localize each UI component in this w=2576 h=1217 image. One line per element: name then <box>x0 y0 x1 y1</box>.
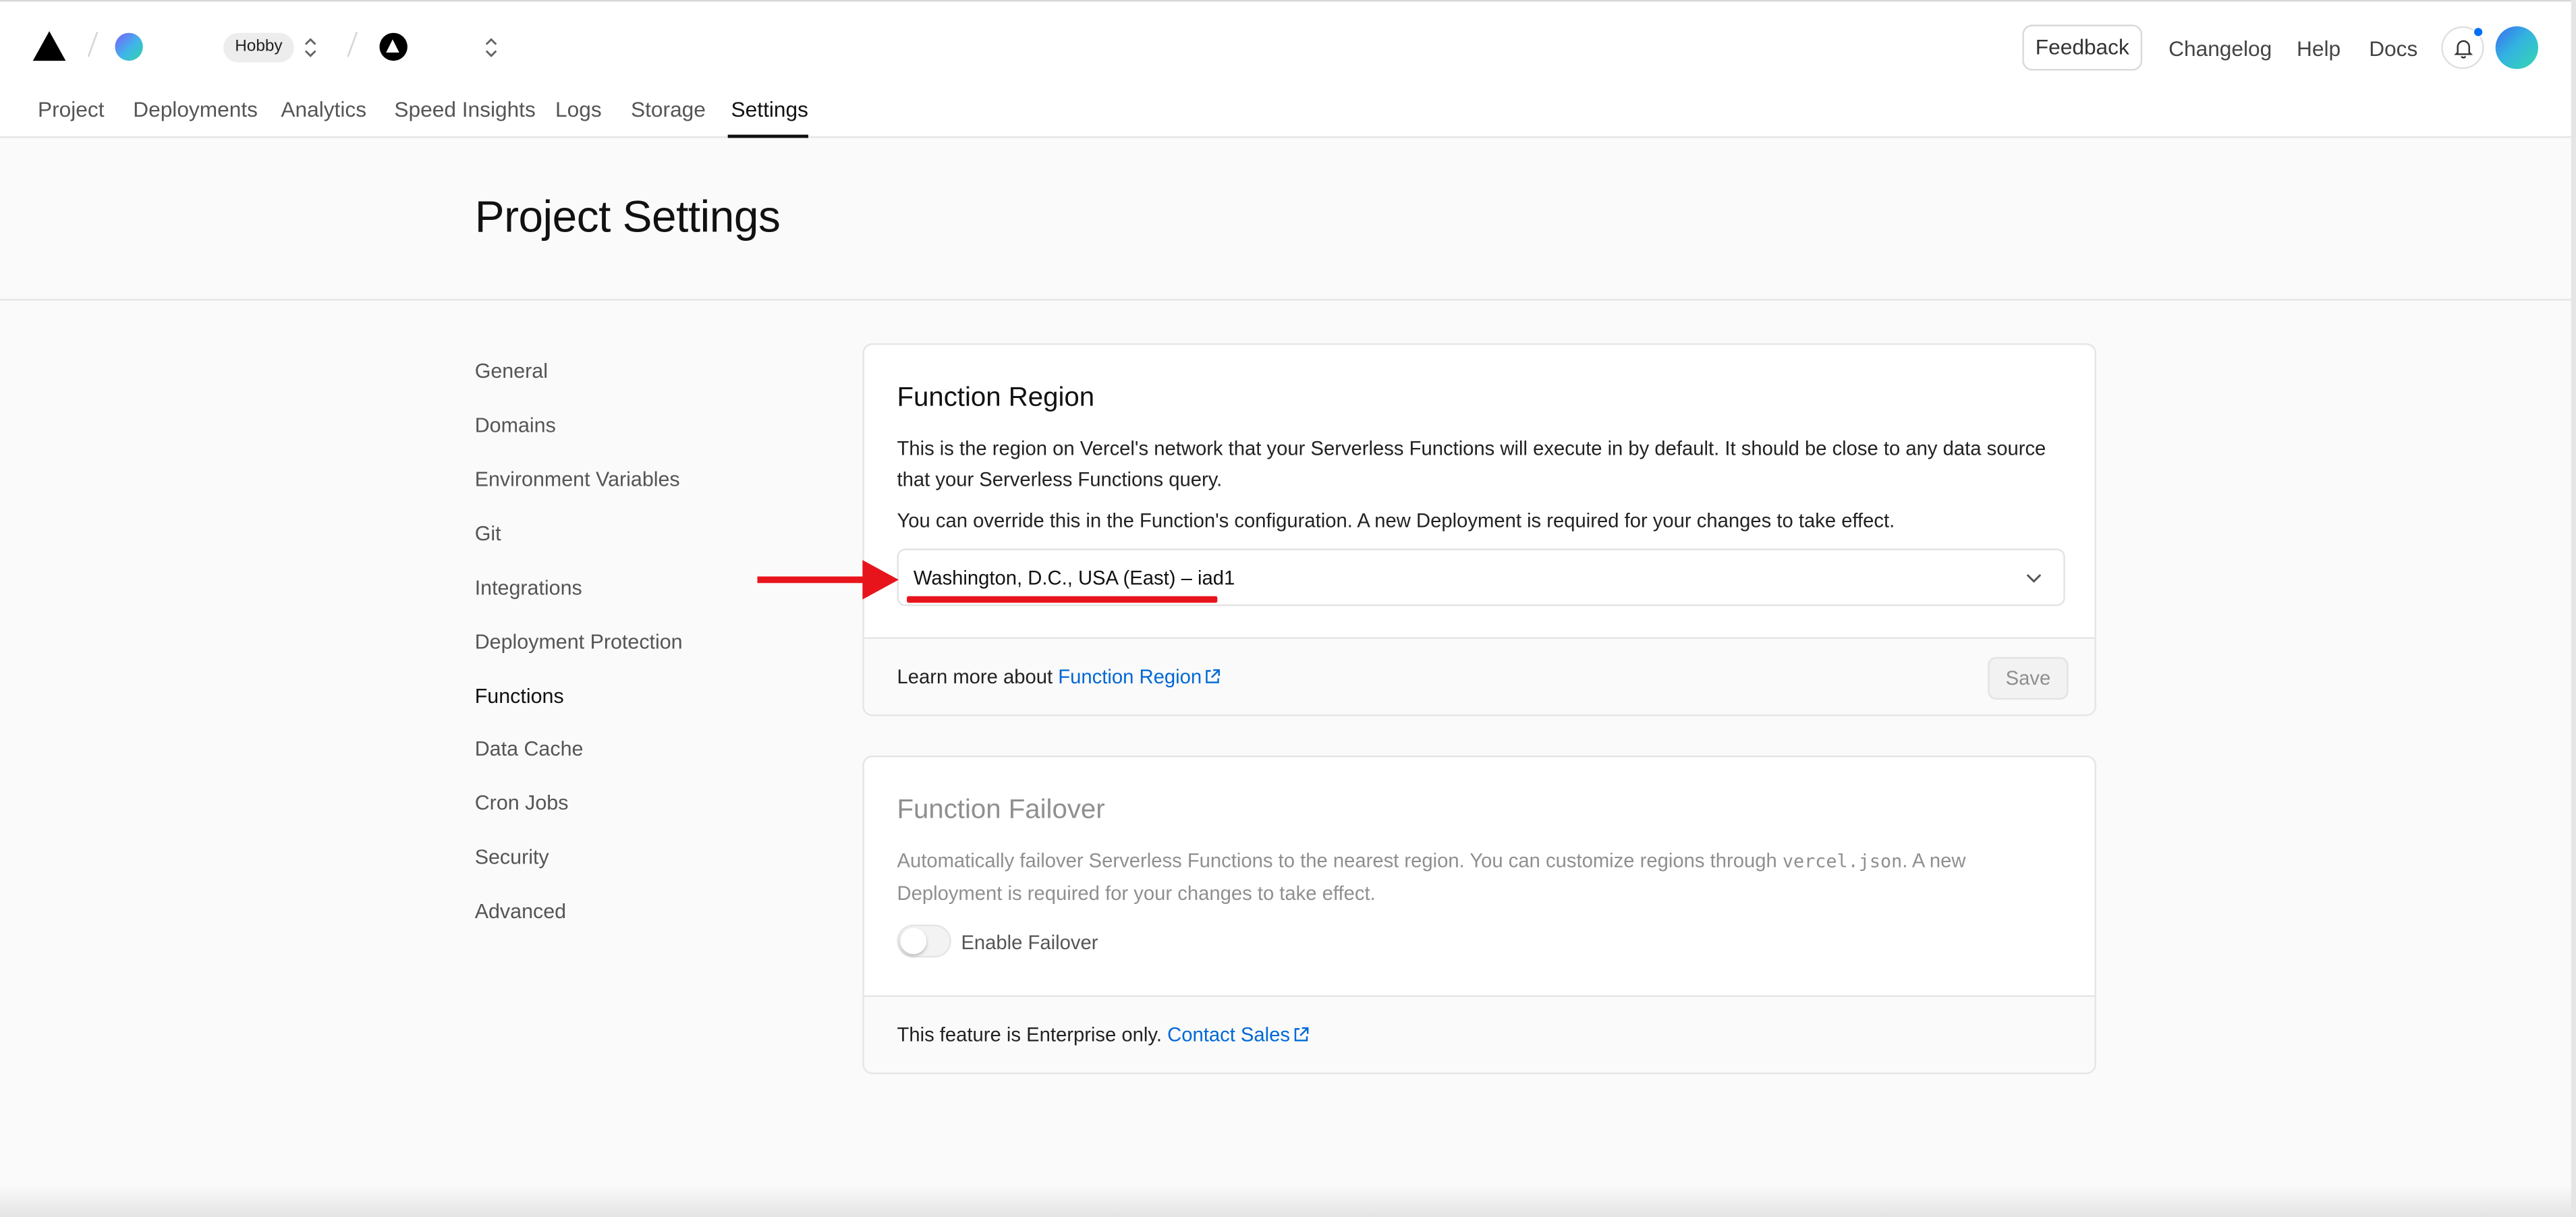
function-failover-card: Function Failover Automatically failover… <box>862 755 2096 1075</box>
sidebar-item-general[interactable]: General <box>475 360 548 383</box>
enterprise-prefix: This feature is Enterprise only. <box>897 1023 1162 1046</box>
function-region-card: Function Region This is the region on Ve… <box>862 343 2096 716</box>
sidebar-item-advanced[interactable]: Advanced <box>475 900 566 923</box>
help-link[interactable]: Help <box>2297 36 2341 61</box>
function-region-docs-link[interactable]: Function Region <box>1058 665 1221 688</box>
sidebar-item-domains[interactable]: Domains <box>475 414 556 437</box>
region-select-value: Washington, D.C., USA (East) – iad1 <box>913 566 1235 590</box>
function-failover-footer: This feature is Enterprise only. Contact… <box>864 995 2095 1073</box>
vercel-logo-icon[interactable] <box>32 31 66 61</box>
team-switcher-chevron-icon[interactable] <box>302 34 318 61</box>
project-switcher-chevron-icon[interactable] <box>483 34 499 61</box>
contact-sales-link[interactable]: Contact Sales <box>1167 1023 1310 1046</box>
window-edge <box>2571 0 2576 1217</box>
changelog-link[interactable]: Changelog <box>2168 36 2272 61</box>
page-title: Project Settings <box>474 192 781 242</box>
enable-failover-toggle[interactable] <box>897 924 951 958</box>
breadcrumb-separator <box>87 32 99 57</box>
bottom-edge-shadow <box>0 1185 2571 1217</box>
function-failover-description: Automatically failover Serverless Functi… <box>897 846 2067 909</box>
notification-dot <box>2472 26 2484 38</box>
plan-badge: Hobby <box>223 32 294 63</box>
function-failover-title: Function Failover <box>897 795 1105 825</box>
red-underline-annotation <box>907 596 1218 603</box>
config-file-name: vercel.json <box>1782 851 1903 872</box>
learn-more-text: Learn more about Function Region <box>897 665 1221 688</box>
title-band <box>0 138 2571 301</box>
tab-speed-insights[interactable]: Speed Insights <box>394 97 535 122</box>
tab-analytics[interactable]: Analytics <box>281 97 366 122</box>
sidebar-item-functions[interactable]: Functions <box>475 685 564 708</box>
enable-failover-label[interactable]: Enable Failover <box>961 931 1098 954</box>
contact-sales-label[interactable]: Contact Sales <box>1167 1023 1290 1046</box>
function-region-title: Function Region <box>897 383 1095 413</box>
red-arrow-head <box>862 560 899 600</box>
top-header: Hobby Feedback Changelog Help Docs Proje… <box>0 0 2571 138</box>
tab-project[interactable]: Project <box>38 97 105 122</box>
feedback-button[interactable]: Feedback <box>2022 24 2143 71</box>
function-region-docs-link-label[interactable]: Function Region <box>1058 665 1202 688</box>
user-avatar[interactable] <box>2495 26 2538 69</box>
tab-logs[interactable]: Logs <box>555 97 602 122</box>
project-icon[interactable] <box>379 32 408 61</box>
sidebar-item-environment-variables[interactable]: Environment Variables <box>475 468 680 491</box>
breadcrumb-separator <box>347 32 358 57</box>
save-button[interactable]: Save <box>1988 656 2069 700</box>
sidebar-item-security[interactable]: Security <box>475 846 549 869</box>
sidebar-item-cron-jobs[interactable]: Cron Jobs <box>475 791 569 814</box>
learn-more-prefix: Learn more about <box>897 664 1053 689</box>
function-region-description: This is the region on Vercel's network t… <box>897 436 2046 490</box>
docs-link[interactable]: Docs <box>2369 36 2417 61</box>
external-link-icon <box>1206 669 1221 683</box>
sidebar-item-git[interactable]: Git <box>475 522 501 545</box>
bell-icon <box>2454 40 2473 59</box>
function-region-footer: Learn more about Function Region Save <box>864 637 2095 715</box>
tab-settings[interactable]: Settings <box>731 97 808 122</box>
tab-deployments[interactable]: Deployments <box>133 97 258 122</box>
sidebar-item-deployment-protection[interactable]: Deployment Protection <box>475 631 683 654</box>
enterprise-note: This feature is Enterprise only. Contact… <box>897 1023 1310 1046</box>
sidebar-item-data-cache[interactable]: Data Cache <box>475 737 584 760</box>
chevron-down-icon <box>2026 574 2042 583</box>
failover-description-start: Automatically failover Serverless Functi… <box>897 849 1777 872</box>
function-region-override-note: You can override this in the Function's … <box>897 509 1895 532</box>
external-link-icon <box>1295 1027 1310 1042</box>
team-avatar[interactable] <box>115 32 143 61</box>
red-arrow-annotation <box>757 576 870 584</box>
sidebar-item-integrations[interactable]: Integrations <box>475 577 582 600</box>
tab-storage[interactable]: Storage <box>631 97 706 122</box>
toggle-knob <box>900 928 927 955</box>
